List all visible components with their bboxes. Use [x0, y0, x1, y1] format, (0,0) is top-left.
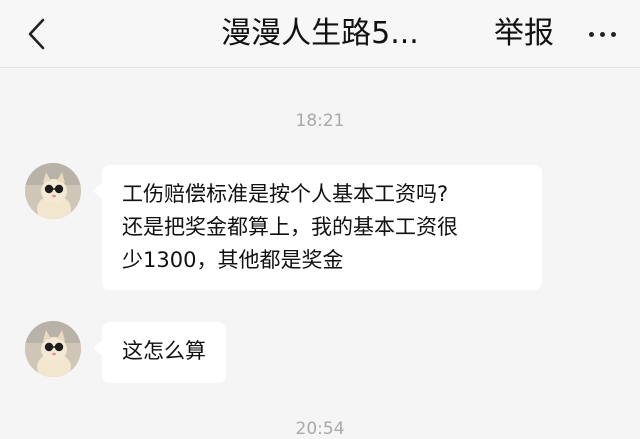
back-button[interactable] [18, 12, 54, 56]
top-bar: 漫漫人生路5... 举报 [0, 0, 640, 68]
more-dot [599, 31, 605, 37]
chevron-left-icon [28, 18, 45, 50]
avatar[interactable] [25, 163, 81, 219]
cat-avatar-image [25, 321, 81, 377]
message-bubble[interactable]: 工伤赔偿标准是按个人基本工资吗? 还是把奖金都算上，我的基本工资很 少1300，… [93, 165, 542, 290]
cat-avatar-image [25, 163, 81, 219]
more-button[interactable] [580, 14, 624, 54]
message-timestamp: 18:21 [295, 111, 345, 131]
message-bubble[interactable]: 这怎么算 [93, 322, 226, 383]
more-horizontal-icon [588, 31, 594, 37]
report-button[interactable]: 举报 [494, 14, 554, 54]
message-text-line: 少1300，其他都是奖金 [122, 248, 344, 272]
message-text-line: 还是把奖金都算上，我的基本工资很 [122, 215, 458, 239]
message-text-line: 工伤赔偿标准是按个人基本工资吗? [122, 182, 449, 206]
message-timestamp: 20:54 [295, 419, 345, 439]
message-text: 这怎么算 [122, 339, 206, 363]
chat-title: 漫漫人生路5... [221, 16, 419, 51]
more-dot [610, 31, 616, 37]
avatar[interactable] [25, 321, 81, 377]
